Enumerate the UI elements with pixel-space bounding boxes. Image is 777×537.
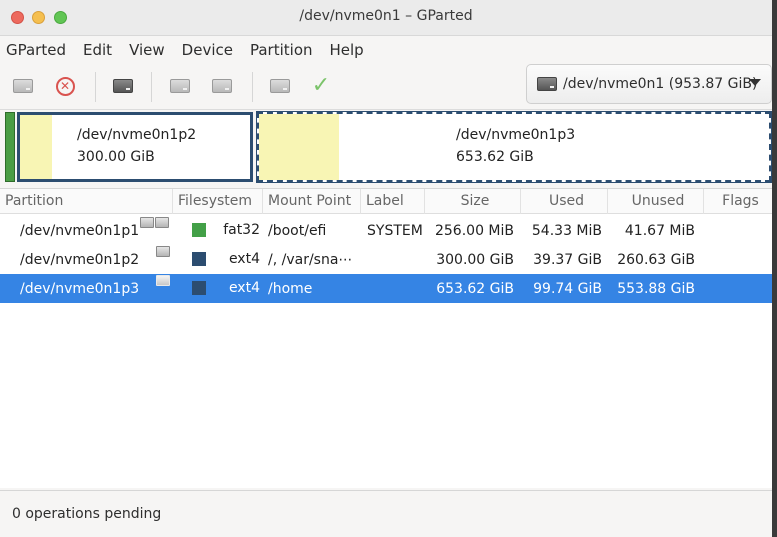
mounted-icon (155, 217, 169, 228)
mount-point-cell: /boot/efi (268, 222, 327, 239)
size-cell: 256.00 MiB (434, 222, 514, 239)
disk-map: /dev/nvme0n1p2 300.00 GiB /dev/nvme0n1p3… (3, 111, 772, 184)
partition-name: /dev/nvme0n1p2 (77, 127, 197, 143)
menu-edit[interactable]: Edit (83, 41, 112, 59)
partition-name: /dev/nvme0n1p1 (20, 222, 140, 239)
filesystem-cell: ext4 (170, 280, 262, 298)
partition-cell: /dev/nvme0n1p2 (0, 252, 170, 268)
desktop-background (772, 0, 777, 537)
title-bar: /dev/nvme0n1 – GParted (0, 0, 772, 36)
column-header-partition[interactable]: Partition (0, 189, 173, 214)
unused-cell: 553.88 GiB (617, 280, 695, 297)
disk-icon (537, 77, 557, 91)
used-cell: 54.33 MiB (531, 222, 602, 239)
mounted-icon (156, 275, 170, 286)
mounted-icon (140, 217, 154, 228)
menu-view[interactable]: View (129, 41, 165, 59)
table-row[interactable]: /dev/nvme0n1p1 fat32 /boot/efi SYSTEM 25… (0, 216, 772, 245)
window-title: /dev/nvme0n1 – GParted (299, 8, 473, 24)
filesystem-name: ext4 (228, 279, 260, 296)
column-header-used[interactable]: Used (521, 189, 608, 214)
menu-gparted[interactable]: GParted (6, 41, 66, 59)
menu-device[interactable]: Device (182, 41, 233, 59)
disk-map-partition-p3[interactable]: /dev/nvme0n1p3 653.62 GiB (256, 111, 772, 183)
delete-icon: ✕ (55, 76, 75, 96)
paste-icon (212, 79, 232, 93)
new-partition-icon (13, 79, 33, 93)
toolbar-separator (95, 72, 96, 102)
device-selector-label: /dev/nvme0n1 (953.87 GiB) (563, 76, 758, 92)
mount-point-cell: /home (268, 280, 313, 297)
partition-status-icons (156, 246, 171, 257)
used-space-fill (259, 114, 339, 180)
filesystem-cell: fat32 (170, 222, 262, 240)
filesystem-name: ext4 (228, 250, 260, 267)
column-header-mount-point[interactable]: Mount Point (263, 189, 361, 214)
unused-cell: 260.63 GiB (617, 251, 695, 268)
status-bar: 0 operations pending (0, 490, 772, 537)
resize-move-button[interactable] (110, 74, 136, 98)
toolbar-separator (151, 72, 152, 102)
check-icon: ✓ (311, 73, 331, 98)
column-header-flags[interactable]: Flags (704, 189, 772, 214)
undo-icon (270, 79, 290, 93)
size-cell: 300.00 GiB (436, 251, 514, 268)
partition-cell: /dev/nvme0n1p3 (0, 281, 170, 297)
column-header-unused[interactable]: Unused (608, 189, 704, 214)
table-row[interactable]: /dev/nvme0n1p2 ext4 /, /var/sna⋯ 300.00 … (0, 245, 772, 274)
delete-partition-button[interactable]: ✕ (52, 74, 78, 98)
mount-point-cell: /, /var/sna⋯ (268, 251, 353, 268)
menu-bar: GParted Edit View Device Partition Help (0, 36, 772, 64)
toolbar-separator (252, 72, 253, 102)
menu-partition[interactable]: Partition (250, 41, 313, 59)
table-row-selected[interactable]: /dev/nvme0n1p3 ext4 /home 653.62 GiB 99.… (0, 274, 772, 303)
column-header-filesystem[interactable]: Filesystem (173, 189, 263, 214)
filesystem-color-swatch (192, 280, 206, 295)
column-header-size[interactable]: Size (425, 189, 521, 214)
size-cell: 653.62 GiB (436, 280, 514, 297)
used-cell: 39.37 GiB (533, 251, 602, 268)
partition-name: /dev/nvme0n1p3 (456, 127, 576, 143)
used-space-fill (20, 115, 52, 179)
mounted-icon (156, 246, 170, 257)
operations-pending-status: 0 operations pending (12, 506, 162, 522)
paste-button[interactable] (209, 74, 235, 98)
partition-status-icons (156, 275, 171, 286)
partition-name: /dev/nvme0n1p2 (20, 251, 140, 268)
resize-move-icon (113, 79, 133, 93)
toolbar: ✕ ✓ /dev/nvme0n1 (953.87 GiB) (0, 64, 772, 110)
partition-name: /dev/nvme0n1p3 (20, 280, 140, 297)
undo-button[interactable] (267, 74, 293, 98)
copy-icon (170, 79, 190, 93)
menu-help[interactable]: Help (330, 41, 364, 59)
gparted-window: /dev/nvme0n1 – GParted GParted Edit View… (0, 0, 772, 537)
partition-size: 300.00 GiB (77, 149, 155, 165)
filesystem-name: fat32 (223, 221, 260, 238)
table-header: Partition Filesystem Mount Point Label S… (0, 189, 772, 214)
filesystem-color-swatch (192, 222, 206, 237)
partition-status-icons (140, 217, 170, 228)
unused-cell: 41.67 MiB (624, 222, 695, 239)
partition-size: 653.62 GiB (456, 149, 534, 165)
filesystem-cell: ext4 (170, 251, 262, 269)
label-cell: SYSTEM (367, 222, 423, 239)
chevron-down-icon (749, 79, 761, 86)
device-selector[interactable]: /dev/nvme0n1 (953.87 GiB) (526, 64, 772, 104)
disk-map-partition-p2[interactable]: /dev/nvme0n1p2 300.00 GiB (17, 112, 253, 182)
used-cell: 99.74 GiB (533, 280, 602, 297)
disk-map-partition-p1[interactable] (5, 112, 15, 182)
copy-button[interactable] (167, 74, 193, 98)
partition-table: Partition Filesystem Mount Point Label S… (0, 188, 772, 488)
apply-button[interactable]: ✓ (308, 74, 334, 98)
column-header-label[interactable]: Label (361, 189, 425, 214)
new-partition-button[interactable] (10, 74, 36, 98)
filesystem-color-swatch (192, 251, 206, 266)
